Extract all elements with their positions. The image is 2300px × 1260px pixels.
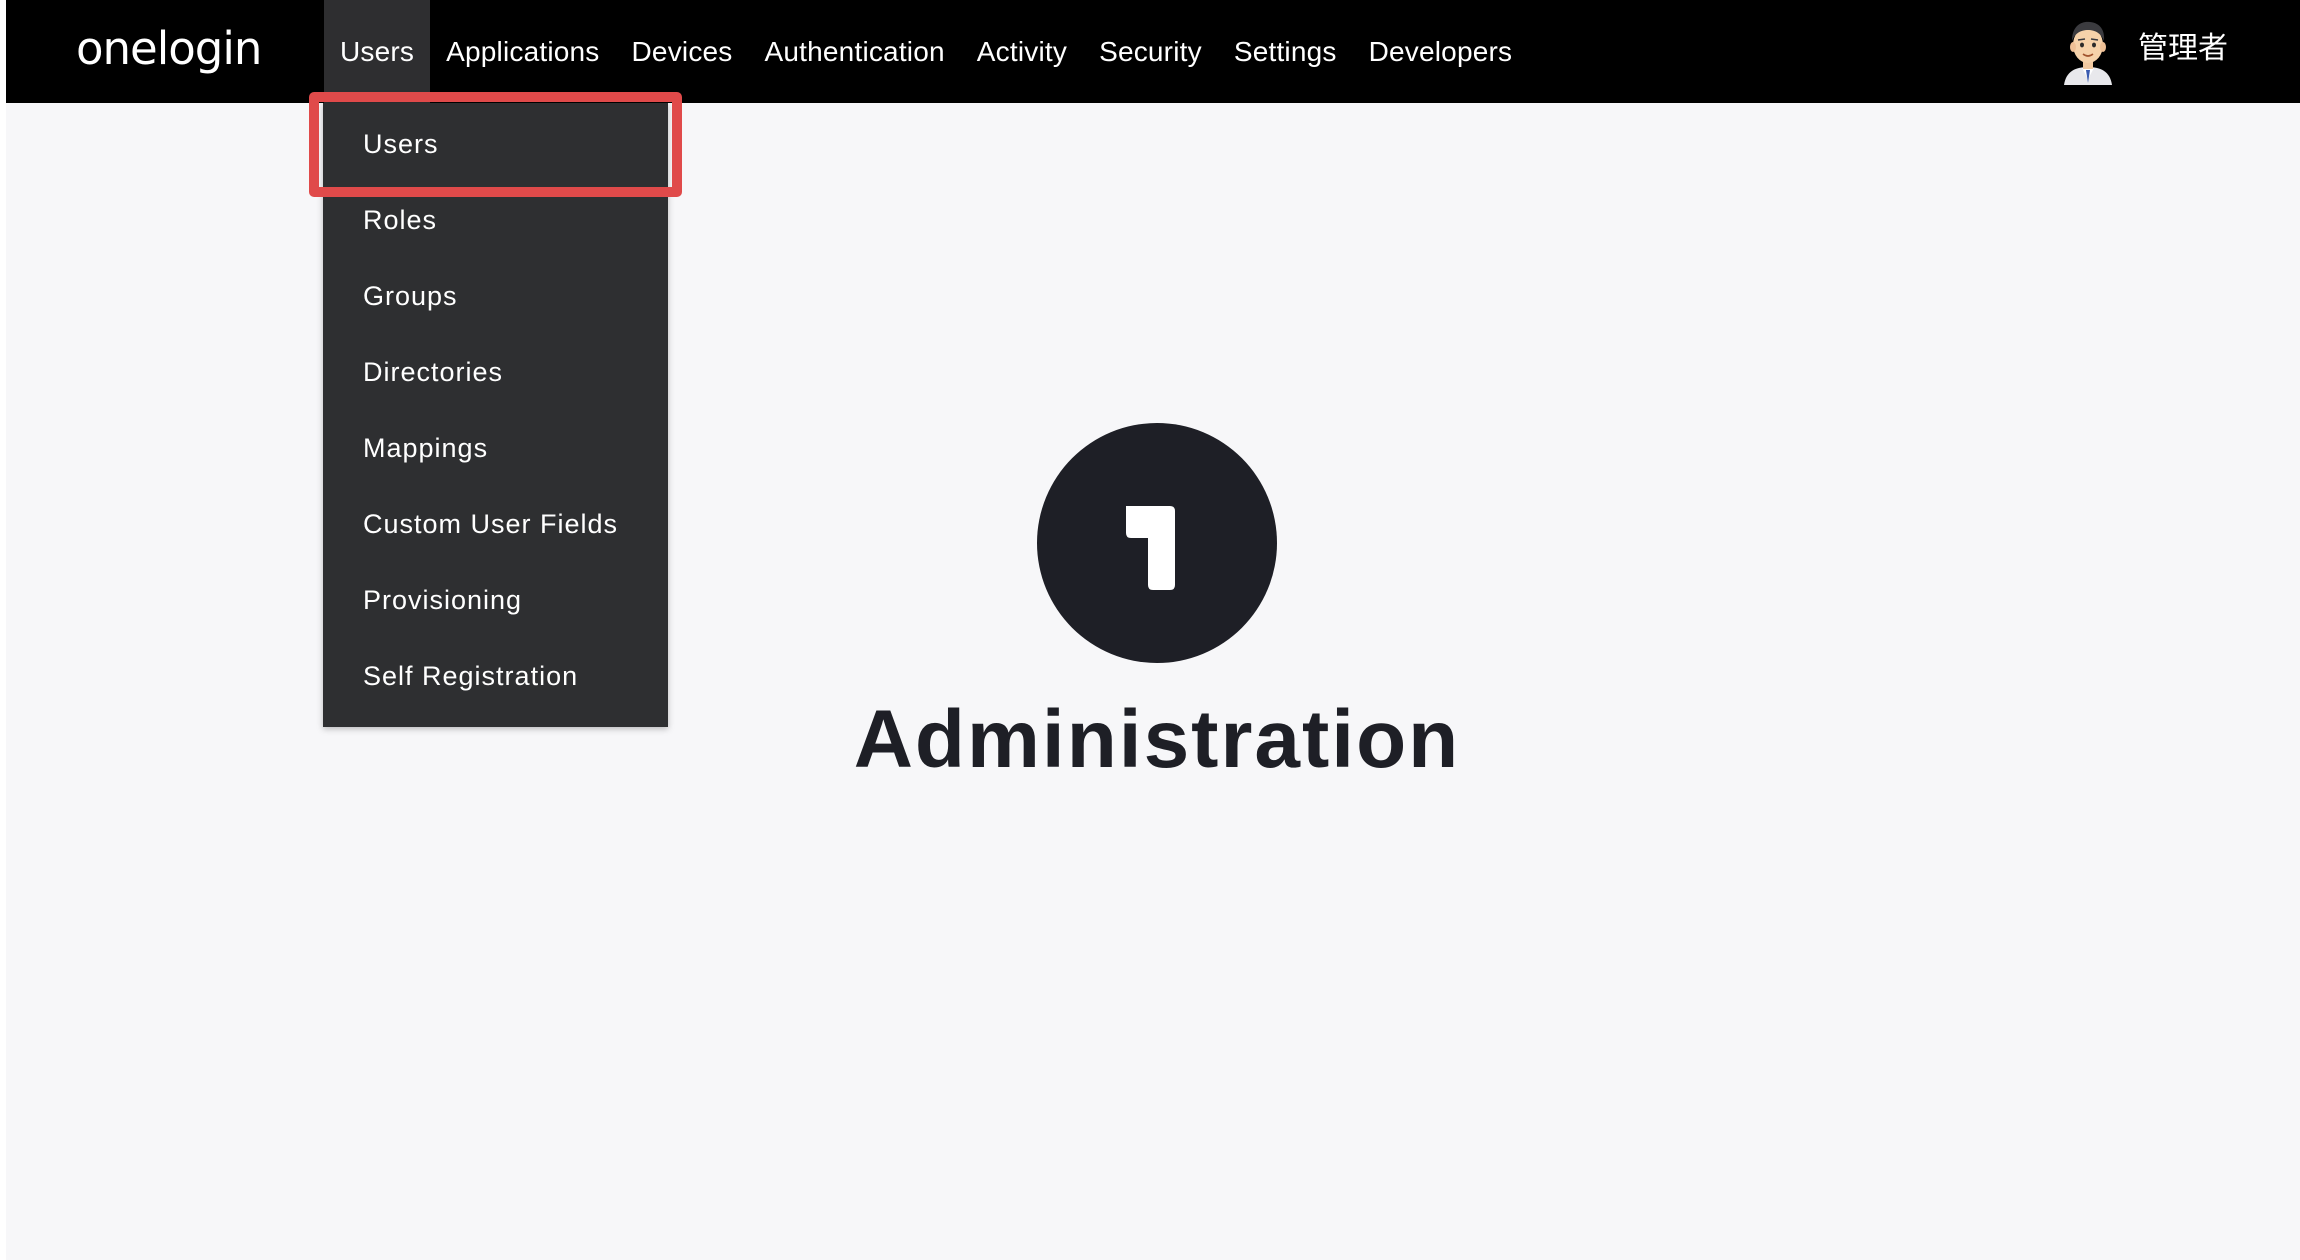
nav-item-developers[interactable]: Developers (1353, 0, 1529, 103)
menu-item-groups[interactable]: Groups (323, 258, 668, 334)
menu-item-roles[interactable]: Roles (323, 182, 668, 258)
nav-item-users[interactable]: Users (324, 0, 431, 103)
menu-item-self-registration[interactable]: Self Registration (323, 638, 668, 714)
avatar-icon[interactable] (2060, 17, 2116, 85)
menu-item-custom-user-fields[interactable]: Custom User Fields (323, 486, 668, 562)
nav-item-settings[interactable]: Settings (1218, 0, 1353, 103)
onelogin-emblem (1037, 423, 1277, 663)
nav-item-authentication[interactable]: Authentication (749, 0, 961, 103)
user-name[interactable]: 管理者 (2138, 28, 2228, 70)
nav-item-devices[interactable]: Devices (616, 0, 749, 103)
page-title: Administration (853, 694, 1461, 785)
nav-item-applications[interactable]: Applications (430, 0, 615, 103)
nav-item-activity[interactable]: Activity (961, 0, 1083, 103)
menu-item-mappings[interactable]: Mappings (323, 410, 668, 486)
nav-item-security[interactable]: Security (1083, 0, 1218, 103)
menu-item-directories[interactable]: Directories (323, 334, 668, 410)
menu-item-users[interactable]: Users (323, 106, 668, 182)
top-navigation-bar: onelogin Users Applications Devices Auth… (6, 0, 2300, 103)
menu-item-provisioning[interactable]: Provisioning (323, 562, 668, 638)
main-nav: Users Applications Devices Authenticatio… (324, 0, 1528, 103)
onelogin-logo[interactable]: onelogin (76, 22, 262, 76)
number-one-icon (1126, 506, 1175, 590)
users-dropdown-menu: Users Roles Groups Directories Mappings … (323, 103, 668, 727)
